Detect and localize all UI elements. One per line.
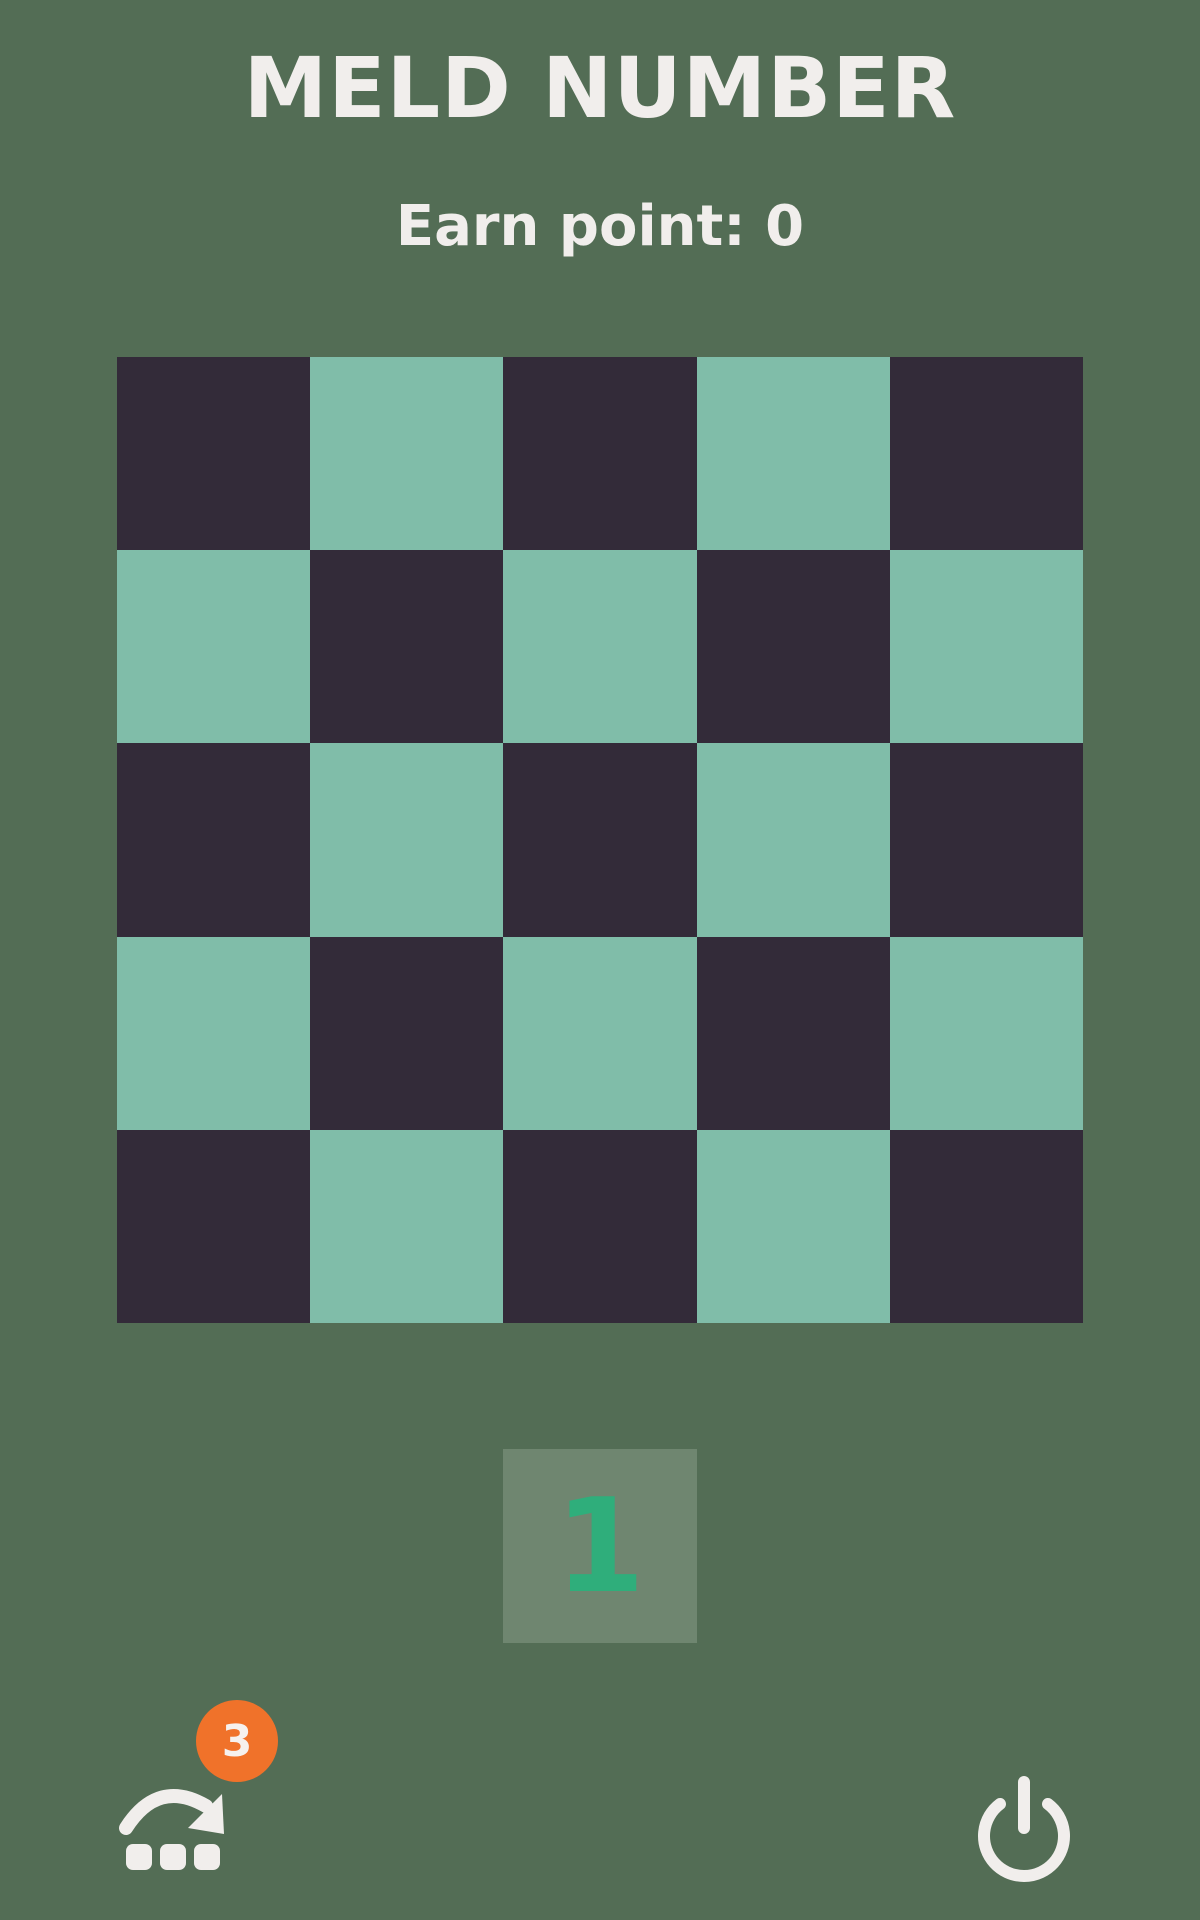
board-cell[interactable] bbox=[310, 743, 504, 937]
board-cell[interactable] bbox=[889, 936, 1083, 1130]
skip-tile-button[interactable]: 3 bbox=[118, 1700, 288, 1880]
board-cell[interactable] bbox=[310, 357, 504, 551]
board-cell[interactable] bbox=[310, 550, 504, 744]
board-cell[interactable] bbox=[889, 743, 1083, 937]
board-cell[interactable] bbox=[117, 550, 311, 744]
board-cell[interactable] bbox=[889, 1129, 1083, 1323]
board-cell[interactable] bbox=[696, 936, 890, 1130]
skip-count-badge: 3 bbox=[196, 1700, 278, 1782]
board-cell[interactable] bbox=[503, 936, 697, 1130]
board-cell[interactable] bbox=[503, 743, 697, 937]
board-cell[interactable] bbox=[889, 550, 1083, 744]
next-tile-value: 1 bbox=[554, 1470, 646, 1622]
next-tile[interactable]: 1 bbox=[503, 1449, 697, 1643]
game-title: MELD NUMBER bbox=[243, 39, 957, 137]
board-cell[interactable] bbox=[696, 357, 890, 551]
board-cell[interactable] bbox=[503, 357, 697, 551]
board-cell[interactable] bbox=[117, 743, 311, 937]
board-cell[interactable] bbox=[310, 936, 504, 1130]
board-cell[interactable] bbox=[889, 357, 1083, 551]
game-board bbox=[117, 357, 1083, 1323]
skip-tile-icon bbox=[119, 1788, 224, 1870]
board-cell[interactable] bbox=[696, 550, 890, 744]
board-cell[interactable] bbox=[117, 1129, 311, 1323]
score-label: Earn point: 0 bbox=[395, 194, 805, 259]
board-cell[interactable] bbox=[117, 936, 311, 1130]
board-cell[interactable] bbox=[503, 1129, 697, 1323]
board-cell[interactable] bbox=[696, 743, 890, 937]
board-cell[interactable] bbox=[310, 1129, 504, 1323]
power-icon bbox=[978, 1776, 1070, 1882]
board-cell[interactable] bbox=[503, 550, 697, 744]
power-button[interactable] bbox=[966, 1770, 1082, 1886]
board-cell[interactable] bbox=[696, 1129, 890, 1323]
board-cell[interactable] bbox=[117, 357, 311, 551]
